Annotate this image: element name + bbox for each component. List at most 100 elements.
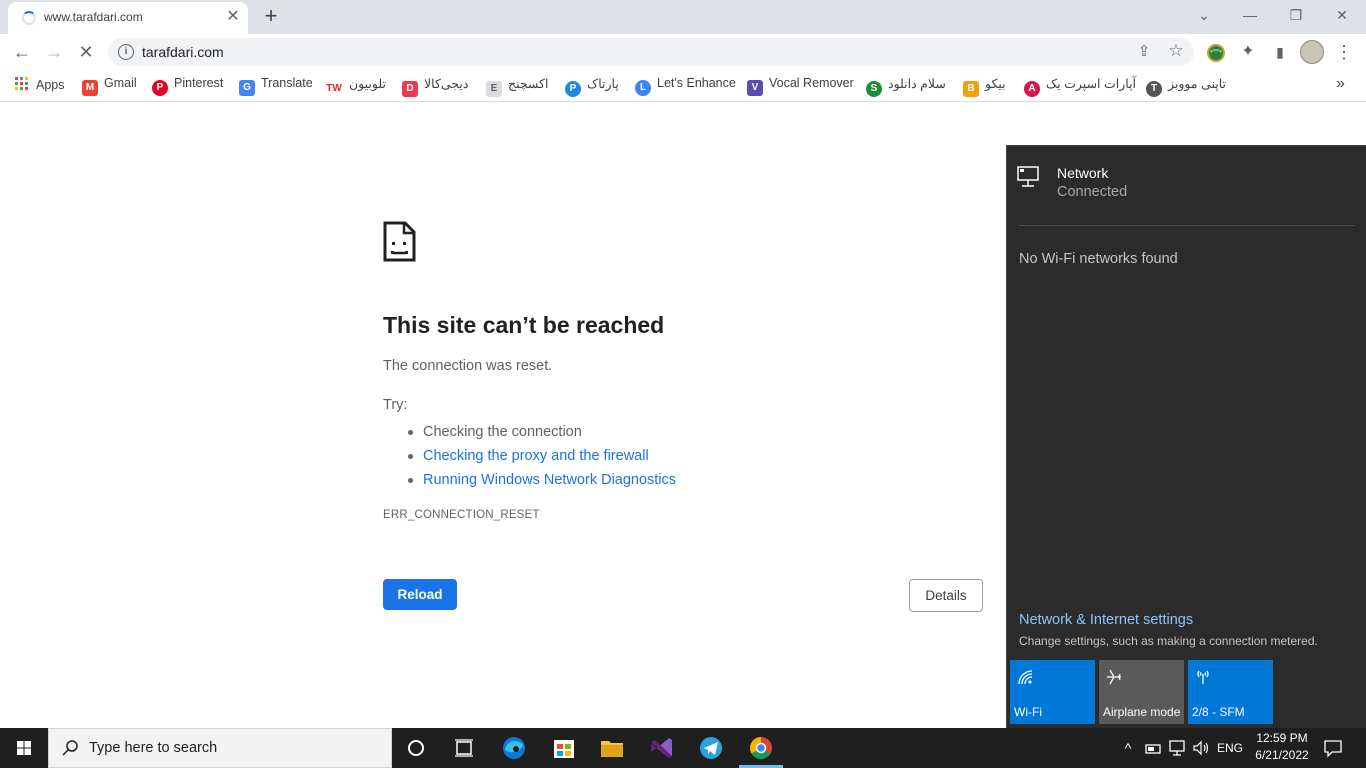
digikala-icon: D xyxy=(402,81,418,97)
globe-extension-icon[interactable] xyxy=(1206,43,1226,63)
mobile-hotspot-icon xyxy=(1197,670,1209,684)
bookmark-digikala[interactable]: D دیجی‌کالا xyxy=(402,76,469,97)
reload-button[interactable]: Reload xyxy=(383,579,457,610)
address-bar[interactable]: i tarafdari.com ⇪ ☆ xyxy=(108,38,1194,66)
power-battery-icon[interactable] xyxy=(1144,738,1162,758)
windows-start-icon[interactable] xyxy=(0,728,48,768)
browser-tab[interactable]: www.tarafdari.com ✕ xyxy=(8,2,248,34)
close-window-button[interactable]: ✕ xyxy=(1330,4,1354,26)
bookmark-label: تلوبیون xyxy=(349,77,386,91)
extensions-puzzle-icon[interactable]: ✦ xyxy=(1234,38,1262,66)
taskbar-search-box[interactable]: Type here to search xyxy=(48,728,392,768)
google-translate-icon: G xyxy=(239,80,255,96)
bookmark-label: آپارات اسپرت یک xyxy=(1046,77,1137,91)
tab-close-button[interactable]: ✕ xyxy=(224,8,242,26)
show-hidden-icons-chevron[interactable]: ^ xyxy=(1119,738,1137,758)
network-settings-link[interactable]: Network & Internet settings xyxy=(1019,612,1193,628)
bookmark-label: Apps xyxy=(36,78,65,92)
suggestion-network-diagnostics-link[interactable]: Running Windows Network Diagnostics xyxy=(407,468,676,492)
cortana-icon[interactable] xyxy=(392,728,440,768)
bookmarks-overflow-button[interactable]: » xyxy=(1336,75,1345,95)
film-reel-icon: T xyxy=(1146,81,1162,97)
bookmark-label: Pinterest xyxy=(174,76,224,90)
bookmark-tapnimovies[interactable]: T تاپنی مووبز xyxy=(1146,76,1226,97)
mobile-hotspot-label: 2/8 - SFM xyxy=(1192,705,1245,719)
input-language-indicator[interactable]: ENG xyxy=(1216,738,1244,758)
bookmark-label: اکسچنج xyxy=(508,77,549,91)
bookmark-label: Gmail xyxy=(104,76,137,90)
airplane-icon xyxy=(1107,669,1121,685)
bookmark-translate[interactable]: G Translate xyxy=(239,76,313,96)
network-name[interactable]: Network xyxy=(1057,165,1108,181)
suggestion-check-connection: Checking the connection xyxy=(407,420,676,444)
site-info-icon[interactable]: i xyxy=(118,44,134,60)
divider xyxy=(1019,225,1355,226)
telewebion-icon: TW xyxy=(326,83,342,94)
bookmark-label: Translate xyxy=(261,76,313,90)
chrome-menu-button[interactable]: ⋮ xyxy=(1330,38,1358,66)
windows-taskbar: Type here to search ^ ENG 12:59 PM 6/21/… xyxy=(0,728,1366,768)
bookmark-telewebion[interactable]: TW تلوبیون xyxy=(325,76,386,96)
edge-browser-icon[interactable] xyxy=(490,728,538,768)
volume-icon[interactable] xyxy=(1192,738,1210,758)
wifi-toggle-tile[interactable]: Wi-Fi xyxy=(1010,660,1095,724)
bookmark-label: دیجی‌کالا xyxy=(424,77,469,91)
search-placeholder: Type here to search xyxy=(89,740,218,756)
salamdl-icon: S xyxy=(866,81,882,97)
profile-avatar[interactable] xyxy=(1300,40,1324,64)
clock-time[interactable]: 12:59 PM xyxy=(1252,731,1312,745)
share-icon[interactable]: ⇪ xyxy=(1134,42,1154,62)
back-button[interactable]: ← xyxy=(8,38,36,66)
suggestions-list: Checking the connection Checking the pro… xyxy=(407,420,676,492)
letsenhance-icon: L xyxy=(635,80,651,96)
clock-date[interactable]: 6/21/2022 xyxy=(1252,748,1312,762)
microsoft-store-icon[interactable] xyxy=(540,728,588,768)
tab-title: www.tarafdari.com xyxy=(44,10,143,24)
minimize-button[interactable]: — xyxy=(1238,4,1262,26)
bookmark-star-icon[interactable]: ☆ xyxy=(1166,41,1186,61)
tab-strip: www.tarafdari.com ✕ + ⌄ — ❐ ✕ xyxy=(0,0,1366,34)
side-panel-icon[interactable]: ▮ xyxy=(1266,38,1294,66)
bookmark-label: بیکو xyxy=(985,77,1006,91)
bookmark-apps[interactable]: Apps xyxy=(14,76,65,96)
browser-toolbar: ← → ✕ i tarafdari.com ⇪ ☆ ✦ ▮ ⋮ xyxy=(0,34,1366,70)
loading-spinner-icon xyxy=(22,11,36,25)
stop-loading-button[interactable]: ✕ xyxy=(72,38,100,66)
bookmark-exchange[interactable]: E اکسچنج xyxy=(486,76,549,97)
chrome-taskbar-icon[interactable] xyxy=(737,728,785,768)
tab-search-button[interactable]: ⌄ xyxy=(1192,4,1216,26)
bookmark-partak[interactable]: P پارتاک xyxy=(565,76,619,97)
telegram-icon[interactable] xyxy=(687,728,735,768)
bookmark-bikoo[interactable]: B بیکو xyxy=(963,76,1006,97)
aparat-icon: A xyxy=(1024,81,1040,97)
file-explorer-icon[interactable] xyxy=(588,728,636,768)
search-icon xyxy=(62,740,78,756)
bookmark-gmail[interactable]: M Gmail xyxy=(82,76,137,96)
exchange-icon: E xyxy=(486,81,502,97)
new-tab-button[interactable]: + xyxy=(259,4,283,28)
network-tray-icon[interactable] xyxy=(1168,738,1188,758)
airplane-mode-label: Airplane mode xyxy=(1103,705,1181,719)
error-title: This site can’t be reached xyxy=(383,312,665,338)
bookmark-vocal-remover[interactable]: V Vocal Remover xyxy=(747,76,854,96)
bookmark-label: سلام دانلود xyxy=(888,77,946,91)
airplane-mode-tile[interactable]: Airplane mode xyxy=(1099,660,1184,724)
bookmark-aparat[interactable]: A آپارات اسپرت یک xyxy=(1024,76,1137,97)
bookmark-letsenhance[interactable]: L Let's Enhance xyxy=(635,76,736,96)
network-status: Connected xyxy=(1057,184,1128,200)
url-text[interactable]: tarafdari.com xyxy=(142,44,224,60)
network-flyout: Network Connected No Wi-Fi networks foun… xyxy=(1006,145,1366,728)
pinterest-icon: P xyxy=(152,80,168,96)
visual-studio-icon[interactable] xyxy=(637,728,685,768)
bookmark-pinterest[interactable]: P Pinterest xyxy=(152,76,223,96)
wifi-tile-label: Wi-Fi xyxy=(1014,705,1042,719)
bookmark-salamdl[interactable]: S سلام دانلود xyxy=(866,76,946,97)
wifi-icon xyxy=(1018,670,1033,685)
suggestion-proxy-firewall-link[interactable]: Checking the proxy and the firewall xyxy=(407,444,676,468)
details-button[interactable]: Details xyxy=(909,579,983,612)
mobile-hotspot-tile[interactable]: 2/8 - SFM xyxy=(1188,660,1273,724)
task-view-icon[interactable] xyxy=(440,728,488,768)
action-center-icon[interactable] xyxy=(1322,738,1344,758)
restore-button[interactable]: ❐ xyxy=(1284,4,1308,26)
forward-button[interactable]: → xyxy=(40,38,68,66)
